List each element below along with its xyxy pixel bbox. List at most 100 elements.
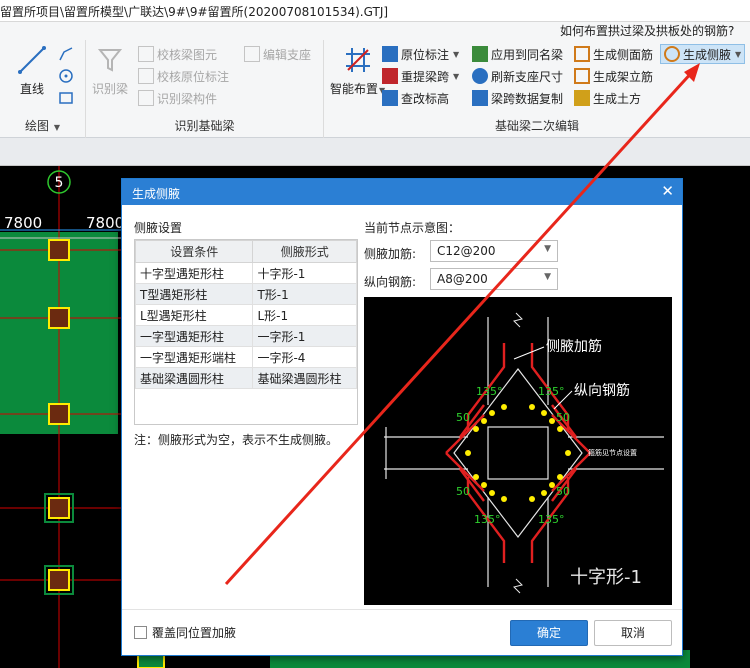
condition-cell: 基础梁遇圆形柱	[134, 367, 254, 389]
long-rebar-select[interactable]: A8@200 ▼	[430, 268, 558, 290]
haunch-form-cell[interactable]: 基础梁遇圆形柱	[252, 367, 357, 389]
haunch-rebar-value: C12@200	[437, 244, 496, 258]
haunch-form-cell[interactable]: T形-1	[252, 283, 357, 305]
column-header: 侧腋形式	[252, 240, 357, 263]
haunch-form-cell[interactable]: 一字形-1	[252, 325, 357, 347]
cancel-button[interactable]: 取消	[594, 620, 672, 646]
overwrite-checkbox[interactable]: 覆盖同位置加腋	[134, 624, 236, 641]
gen-stirrup-bar-button[interactable]: 生成架立筋	[574, 66, 653, 86]
edit-group-label: 基础梁二次编辑	[494, 119, 579, 133]
column-header: 设置条件	[134, 240, 254, 263]
table-header-row: 设置条件 侧腋形式	[134, 240, 357, 263]
close-icon[interactable]: ✕	[661, 182, 674, 200]
window-title: 留置所项目\留置所模型\广联达\9#\9#留置所(20200708101534)…	[0, 5, 389, 19]
note-text: 注：侧腋形式为空，表示不生成侧腋。	[134, 433, 339, 447]
polyline-icon[interactable]	[58, 46, 74, 62]
draw-group-label[interactable]: 绘图 ▼	[0, 117, 85, 134]
angle-label: 135°	[474, 513, 501, 526]
gen-side-rebar-button[interactable]: 生成侧面筋	[574, 44, 653, 64]
stirrup-icon	[574, 68, 590, 84]
condition-cell: L型遇矩形柱	[134, 304, 254, 326]
annotation-icon	[382, 46, 398, 62]
haunch-form-cell[interactable]: L形-1	[252, 304, 357, 326]
diagram-label-long: 纵向钢筋	[574, 382, 630, 399]
smart-layout-icon	[345, 48, 370, 72]
earthwork-icon	[574, 90, 590, 106]
preview-title: 当前节点示意图：	[364, 221, 461, 235]
condition-cell: 一字型遇矩形柱	[134, 325, 254, 347]
generate-haunch-dialog: 生成侧腋 ✕ 侧腋设置 设置条件 侧腋形式 十字型遇矩形柱 十字形-1 T型遇矩形…	[121, 178, 683, 656]
haunch-form-cell[interactable]: 一字形-4	[252, 346, 357, 368]
funnel-icon	[97, 49, 123, 72]
table-row[interactable]: L型遇矩形柱 L形-1	[134, 304, 357, 326]
chevron-down-icon: ▼	[544, 272, 551, 282]
haunch-icon	[664, 46, 680, 62]
check-elevation-button[interactable]: 查改标高	[382, 88, 449, 108]
recognize-group-label: 识别基础梁	[174, 119, 235, 133]
side-rebar-icon	[574, 46, 590, 62]
haunch-settings-table: 设置条件 侧腋形式 十字型遇矩形柱 十字形-1 T型遇矩形柱 T形-1 L型遇矩形柱…	[134, 239, 358, 425]
table-row[interactable]: 十字型遇矩形柱 十字形-1	[134, 262, 357, 284]
help-search-input[interactable]: 如何布置拱过梁及拱板处的钢筋?	[560, 22, 734, 39]
dimension-text: 7800	[4, 214, 42, 232]
circle-icon[interactable]	[58, 68, 74, 84]
check-beam-button[interactable]: 校核梁图元	[138, 44, 217, 64]
dialog-footer: 覆盖同位置加腋 确定 取消	[122, 609, 682, 655]
dim-label: 50	[556, 485, 570, 498]
angle-label: 135°	[538, 385, 565, 398]
check-icon	[138, 68, 154, 84]
title-bar: 留置所项目\留置所模型\广联达\9#\9#留置所(20200708101534)…	[0, 0, 750, 22]
draw-group: 直线 绘图 ▼	[0, 40, 86, 138]
smart-layout-button[interactable]: 智能布置▼	[330, 44, 385, 97]
table-row[interactable]: 基础梁遇圆形柱 基础梁遇圆形柱	[134, 367, 357, 389]
dimension-text: 7800	[86, 214, 124, 232]
overwrite-checkbox-label: 覆盖同位置加腋	[152, 626, 237, 640]
check-origin-annotation-button[interactable]: 校核原位标注	[138, 66, 229, 86]
tab-strip	[0, 138, 750, 166]
diagram-label-haunch: 侧腋加筋	[546, 338, 602, 355]
table-row[interactable]: T型遇矩形柱 T形-1	[134, 283, 357, 305]
apply-same-name-button[interactable]: 应用到同名梁	[472, 44, 563, 64]
haunch-form-cell[interactable]: 十字形-1	[252, 262, 357, 284]
copy-icon	[472, 90, 488, 106]
recognize-beam-button[interactable]: 识别梁	[92, 44, 128, 97]
rectangle-icon[interactable]	[58, 90, 74, 106]
refresh-support-size-button[interactable]: 刷新支座尺寸	[472, 66, 563, 86]
ok-button[interactable]: 确定	[510, 620, 588, 646]
span-icon	[382, 68, 398, 84]
node-preview: 侧腋加筋 纵向钢筋 135° 135° 135° 135° 50 50 50 5…	[364, 297, 672, 605]
condition-cell: T型遇矩形柱	[134, 283, 254, 305]
span-data-copy-button[interactable]: 梁跨数据复制	[472, 88, 563, 108]
recognize-group: 识别梁 校核梁图元 校核原位标注 识别梁构件 编辑支座 识别基础梁	[86, 40, 324, 138]
table-row[interactable]: 一字型遇矩形柱 一字形-1	[134, 325, 357, 347]
apply-icon	[472, 46, 488, 62]
grid-icon	[138, 90, 154, 106]
gen-earthwork-button[interactable]: 生成土方	[574, 88, 641, 108]
refresh-icon	[472, 68, 488, 84]
dim-label: 50	[556, 411, 570, 424]
edit-support-button[interactable]: 编辑支座	[244, 44, 311, 64]
line-button[interactable]: 直线	[16, 44, 48, 97]
recognize-beam-member-button[interactable]: 识别梁构件	[138, 88, 217, 108]
edit-group: 智能布置▼ 原位标注▼ 重提梁跨▼ 查改标高 应用到同名梁 刷新支座尺寸 梁跨数…	[324, 40, 750, 138]
origin-annotation-button[interactable]: 原位标注 ▼	[382, 44, 459, 64]
dialog-title: 生成侧腋	[132, 187, 181, 201]
chevron-down-icon: ▼	[544, 244, 551, 254]
gen-haunch-button[interactable]: 生成侧腋 ▼	[660, 44, 746, 64]
edit-icon	[244, 46, 260, 62]
settings-title: 侧腋设置	[134, 221, 183, 235]
diagram-shape-name: 十字形-1	[570, 567, 642, 588]
haunch-rebar-select[interactable]: C12@200 ▼	[430, 240, 558, 262]
angle-label: 135°	[538, 513, 565, 526]
checkbox-box[interactable]	[134, 626, 147, 639]
line-button-label: 直线	[19, 82, 44, 96]
reextract-span-button[interactable]: 重提梁跨 ▼	[382, 66, 459, 86]
table-row[interactable]: 一字型遇矩形端柱 一字形-4	[134, 346, 357, 368]
angle-label: 135°	[476, 385, 503, 398]
dialog-header: 生成侧腋 ✕	[122, 179, 682, 205]
long-rebar-label: 纵向钢筋:	[364, 275, 417, 289]
dim-label: 50	[456, 411, 470, 424]
condition-cell: 一字型遇矩形端柱	[134, 346, 254, 368]
haunch-rebar-label: 侧腋加筋:	[364, 247, 417, 261]
node-diagram: 侧腋加筋 纵向钢筋 135° 135° 135° 135° 50 50 50 5…	[384, 312, 664, 594]
